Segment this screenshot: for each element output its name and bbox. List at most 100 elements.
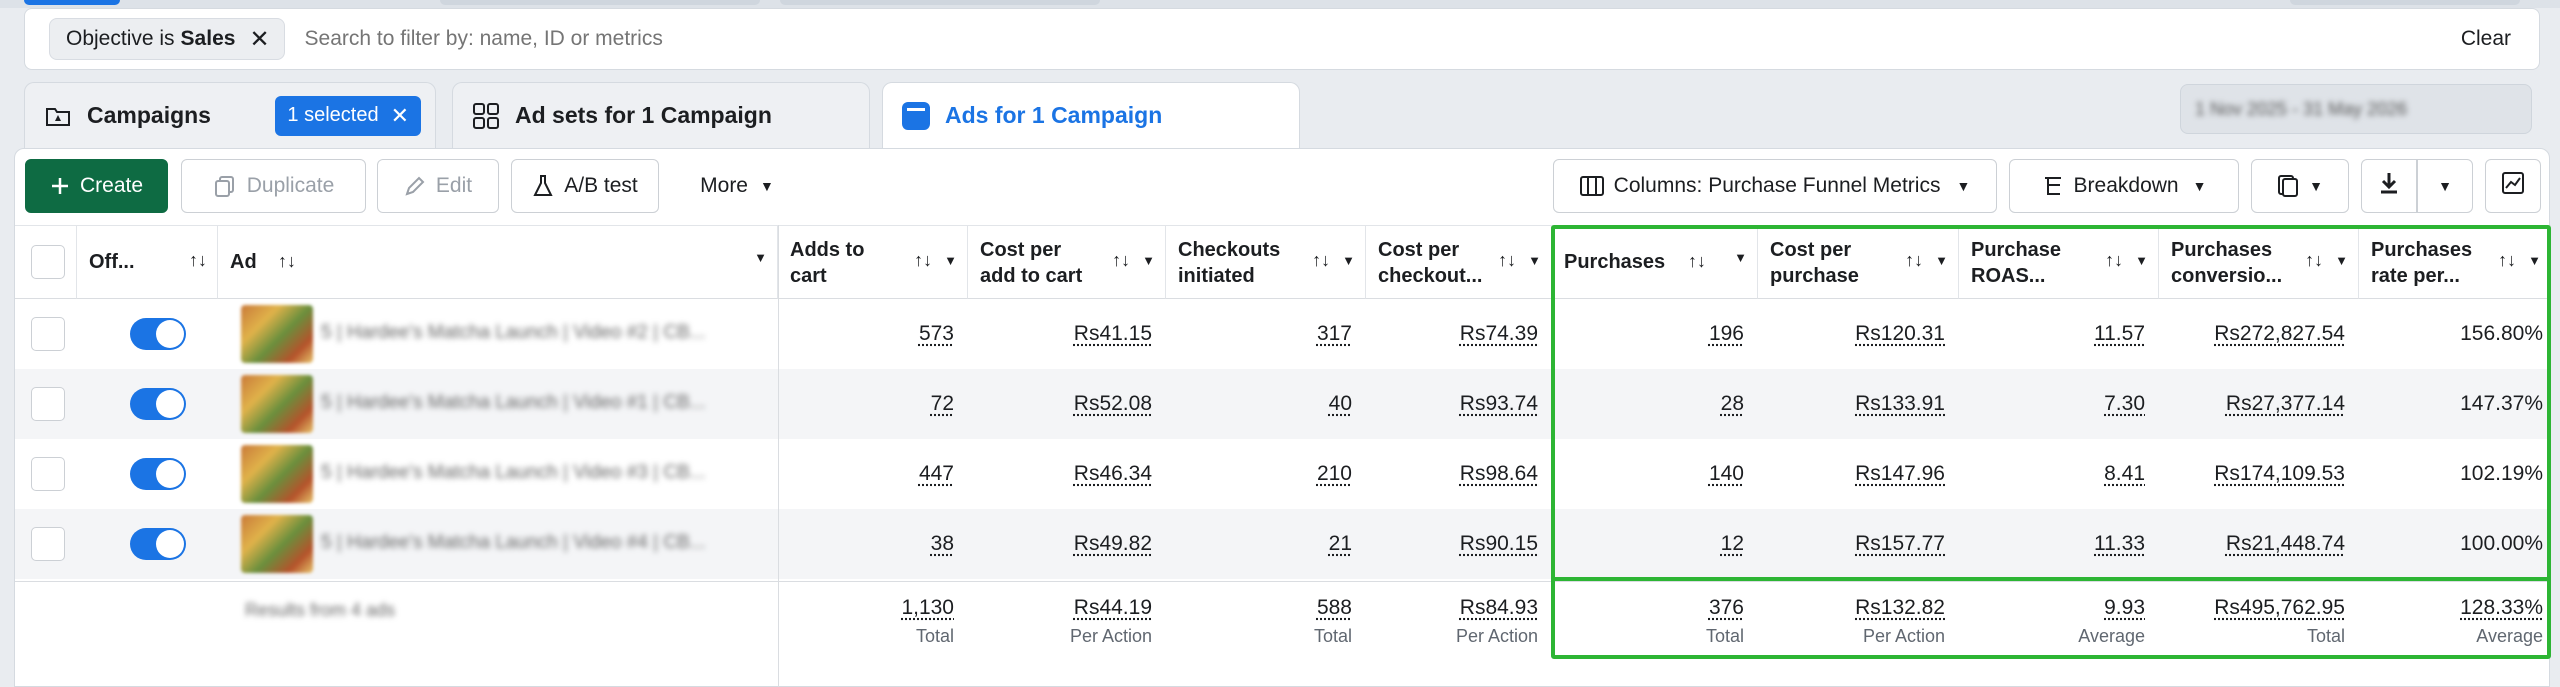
cell-value[interactable]: 38 bbox=[931, 532, 954, 556]
row-checkbox[interactable] bbox=[31, 527, 65, 561]
ad-thumbnail[interactable] bbox=[241, 445, 313, 503]
cell-value[interactable]: Rs74.39 bbox=[1460, 322, 1538, 346]
columns-button[interactable]: Columns: Purchase Funnel Metrics ▼ bbox=[1553, 159, 1997, 213]
ab-test-button[interactable]: A/B test bbox=[511, 159, 659, 213]
cell-value[interactable]: Rs120.31 bbox=[1855, 322, 1945, 346]
row-checkbox[interactable] bbox=[31, 317, 65, 351]
ad-thumbnail[interactable] bbox=[241, 305, 313, 363]
ad-name-link[interactable]: 5 | Hardee's Matcha Launch | Video #3 | … bbox=[321, 462, 706, 484]
row-checkbox[interactable] bbox=[31, 457, 65, 491]
edit-button[interactable]: Edit bbox=[377, 159, 499, 213]
sort-icon[interactable]: ↑↓ ▼ bbox=[2105, 250, 2148, 271]
more-button[interactable]: More ▼ bbox=[677, 159, 797, 213]
caret-down-icon[interactable]: ▼ bbox=[742, 250, 767, 265]
ad-thumbnail[interactable] bbox=[241, 375, 313, 433]
ad-name-link[interactable]: 5 | Hardee's Matcha Launch | Video #1 | … bbox=[321, 392, 706, 414]
export-menu-button[interactable]: ▼ bbox=[2417, 159, 2473, 213]
tab-campaigns[interactable]: Campaigns 1 selected ✕ bbox=[24, 82, 436, 148]
ad-name-link[interactable]: 5 | Hardee's Matcha Launch | Video #4 | … bbox=[321, 532, 706, 554]
table-row[interactable]: 5 | Hardee's Matcha Launch | Video #3 | … bbox=[15, 439, 2551, 509]
cell-purchases: 12 bbox=[1552, 509, 1758, 579]
tab-adsets[interactable]: Ad sets for 1 Campaign bbox=[452, 82, 870, 148]
cell-value[interactable]: 11.33 bbox=[2094, 532, 2145, 556]
header-adds-to-cart[interactable]: Adds to cart ↑↓ ▼ bbox=[778, 225, 968, 299]
cell-value[interactable]: 447 bbox=[919, 462, 954, 486]
cell-value[interactable]: 21 bbox=[1329, 532, 1352, 556]
sort-icon[interactable]: ↑↓ ▼ bbox=[914, 250, 957, 271]
close-icon[interactable]: ✕ bbox=[249, 25, 269, 54]
cell-value[interactable]: Rs52.08 bbox=[1074, 392, 1152, 416]
selected-badge[interactable]: 1 selected ✕ bbox=[275, 95, 421, 136]
sort-icon[interactable]: ↑↓ ▼ bbox=[2498, 250, 2541, 271]
header-purchases[interactable]: Purchases ↑↓ ▼ bbox=[1552, 225, 1758, 299]
ad-name-link[interactable]: 5 | Hardee's Matcha Launch | Video #2 | … bbox=[321, 322, 706, 344]
sort-icon[interactable]: ↑↓ bbox=[189, 250, 207, 271]
cell-value[interactable]: Rs21,448.74 bbox=[2226, 532, 2345, 556]
status-toggle[interactable] bbox=[130, 528, 186, 560]
table-row[interactable]: 5 | Hardee's Matcha Launch | Video #1 | … bbox=[15, 369, 2551, 439]
cell-value[interactable]: 7.30 bbox=[2104, 392, 2145, 416]
cell-value[interactable]: Rs27,377.14 bbox=[2226, 392, 2345, 416]
reports-button[interactable]: ▼ bbox=[2251, 159, 2349, 213]
tab-ads[interactable]: Ads for 1 Campaign bbox=[882, 82, 1300, 148]
search-input[interactable] bbox=[304, 27, 2461, 51]
cell-value[interactable]: Rs90.15 bbox=[1460, 532, 1538, 556]
caret-down-icon[interactable]: ▼ bbox=[1722, 250, 1747, 265]
cell-value[interactable]: Rs272,827.54 bbox=[2214, 322, 2345, 346]
cell-value[interactable]: Rs98.64 bbox=[1460, 462, 1538, 486]
header-cost-per-checkout[interactable]: Cost per checkout... ↑↓ ▼ bbox=[1366, 225, 1552, 299]
cell-value[interactable]: 573 bbox=[919, 322, 954, 346]
sort-icon[interactable]: ↑↓ bbox=[278, 251, 296, 272]
status-toggle[interactable] bbox=[130, 388, 186, 420]
header-roas[interactable]: Purchase ROAS... ↑↓ ▼ bbox=[1959, 225, 2159, 299]
filter-chip-objective[interactable]: Objective is Sales ✕ bbox=[49, 18, 285, 60]
table-row[interactable]: 5 | Hardee's Matcha Launch | Video #2 | … bbox=[15, 299, 2551, 369]
status-toggle[interactable] bbox=[130, 318, 186, 350]
cell-value[interactable]: Rs41.15 bbox=[1074, 322, 1152, 346]
cell-value[interactable]: Rs157.77 bbox=[1855, 532, 1945, 556]
table-row[interactable]: 5 | Hardee's Matcha Launch | Video #4 | … bbox=[15, 509, 2551, 579]
cell-value[interactable]: Rs49.82 bbox=[1074, 532, 1152, 556]
row-checkbox[interactable] bbox=[31, 387, 65, 421]
cell-value[interactable]: Rs46.34 bbox=[1074, 462, 1152, 486]
date-range-picker[interactable]: 1 Nov 2025 - 31 May 2026 bbox=[2180, 84, 2532, 134]
ad-thumbnail[interactable] bbox=[241, 515, 313, 573]
cell-value[interactable]: Rs93.74 bbox=[1460, 392, 1538, 416]
sort-icon[interactable]: ↑↓ ▼ bbox=[1905, 250, 1948, 271]
cell-value[interactable]: 12 bbox=[1721, 532, 1744, 556]
cell-value[interactable]: 140 bbox=[1709, 462, 1744, 486]
status-toggle[interactable] bbox=[130, 458, 186, 490]
cell-value[interactable]: 8.41 bbox=[2104, 462, 2145, 486]
header-conversion[interactable]: Purchases conversio... ↑↓ ▼ bbox=[2159, 225, 2359, 299]
cell-value[interactable]: Rs147.96 bbox=[1855, 462, 1945, 486]
cell-value[interactable]: Rs133.91 bbox=[1855, 392, 1945, 416]
select-all-checkbox[interactable] bbox=[31, 245, 65, 279]
cell-value[interactable]: Rs174,109.53 bbox=[2214, 462, 2345, 486]
export-button[interactable] bbox=[2361, 159, 2417, 213]
toggle-knob bbox=[156, 530, 184, 558]
charts-button[interactable] bbox=[2485, 159, 2541, 213]
sort-icon[interactable]: ↑↓ bbox=[1688, 251, 1706, 272]
cell-value[interactable]: 210 bbox=[1317, 462, 1352, 486]
cell-value[interactable]: 11.57 bbox=[2094, 322, 2145, 346]
sort-icon[interactable]: ↑↓ ▼ bbox=[1112, 250, 1155, 271]
sort-icon[interactable]: ↑↓ ▼ bbox=[1312, 250, 1355, 271]
close-icon[interactable]: ✕ bbox=[391, 103, 409, 129]
header-cost-per-purchase[interactable]: Cost per purchase ↑↓ ▼ bbox=[1758, 225, 1959, 299]
breakdown-button[interactable]: Breakdown ▼ bbox=[2009, 159, 2239, 213]
header-ad[interactable]: Ad ↑↓ ▼ bbox=[218, 225, 778, 299]
sort-icon[interactable]: ↑↓ ▼ bbox=[1498, 250, 1541, 271]
header-checkouts[interactable]: Checkouts initiated ↑↓ ▼ bbox=[1166, 225, 1366, 299]
header-rate[interactable]: Purchases rate per... ↑↓ ▼ bbox=[2359, 225, 2551, 299]
cell-value[interactable]: 317 bbox=[1317, 322, 1352, 346]
create-button[interactable]: Create bbox=[25, 159, 168, 213]
cell-value[interactable]: 28 bbox=[1721, 392, 1744, 416]
cell-value[interactable]: 72 bbox=[931, 392, 954, 416]
header-cost-per-add[interactable]: Cost per add to cart ↑↓ ▼ bbox=[968, 225, 1166, 299]
cell-value[interactable]: 40 bbox=[1329, 392, 1352, 416]
sort-icon[interactable]: ↑↓ ▼ bbox=[2305, 250, 2348, 271]
clear-button[interactable]: Clear bbox=[2461, 27, 2511, 51]
header-off[interactable]: Off... ↑↓ bbox=[77, 225, 218, 299]
cell-value[interactable]: 196 bbox=[1709, 322, 1744, 346]
duplicate-button[interactable]: Duplicate bbox=[181, 159, 366, 213]
